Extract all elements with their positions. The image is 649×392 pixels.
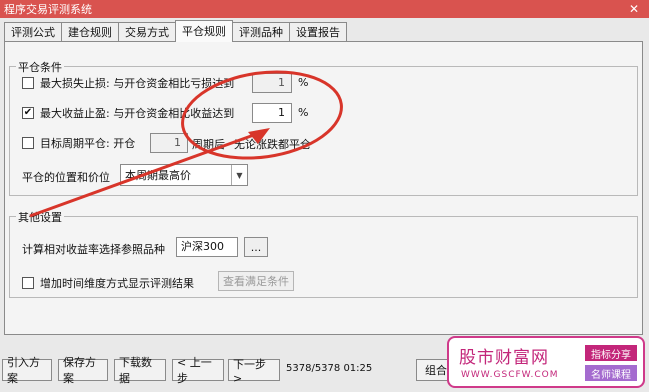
view-conditions-button[interactable]: 查看满足条件 xyxy=(218,271,294,291)
benchmark-row: 计算相对收益率选择参照品种 xyxy=(22,241,165,257)
import-scheme-button[interactable]: 引入方案 xyxy=(2,356,52,385)
position-price-row: 平仓的位置和价位 xyxy=(22,169,110,185)
close-icon[interactable]: ✕ xyxy=(627,2,641,16)
stop-loss-label: 最大损失止损: 与开仓资金相比亏损达到 xyxy=(40,77,235,90)
tab-instruments[interactable]: 评测品种 xyxy=(232,22,290,42)
stop-loss-checkbox[interactable] xyxy=(22,77,34,89)
time-dimension-checkbox[interactable] xyxy=(22,277,34,289)
target-period-input[interactable]: 1 xyxy=(150,133,188,153)
target-period-row: 目标周期平仓: 开仓 xyxy=(22,135,135,151)
save-scheme-button[interactable]: 保存方案 xyxy=(58,356,108,385)
watermark-title: 股市财富网 xyxy=(459,348,549,368)
tab-entry-rules[interactable]: 建仓规则 xyxy=(61,22,119,42)
position-price-value: 本周期最高价 xyxy=(125,169,191,182)
take-profit-label: 最大收益止盈: 与开仓资金相比收益达到 xyxy=(40,107,235,120)
tab-strip: 评测公式 建仓规则 交易方式 平仓规则 评测品种 设置报告 xyxy=(4,20,347,42)
tab-report-settings[interactable]: 设置报告 xyxy=(289,22,347,42)
watermark-url: WWW.GSCFW.COM xyxy=(461,370,559,380)
stop-loss-row: 最大损失止损: 与开仓资金相比亏损达到 xyxy=(22,75,234,91)
close-rules-panel: 平仓条件 最大损失止损: 与开仓资金相比亏损达到 1 % ✔ 最大收益止盈: 与… xyxy=(4,41,643,335)
progress-status: 5378/5378 01:25 xyxy=(286,363,373,374)
tab-trade-mode[interactable]: 交易方式 xyxy=(118,22,176,42)
title-bar: 程序交易评测系统 ✕ xyxy=(0,0,649,18)
benchmark-input[interactable]: 沪深300 xyxy=(176,237,238,257)
tab-formula[interactable]: 评测公式 xyxy=(4,22,62,42)
target-period-suffix: 周期后 xyxy=(192,138,225,151)
watermark-tag-share: 指标分享 xyxy=(585,345,637,361)
stop-loss-input[interactable]: 1 xyxy=(252,73,292,93)
benchmark-label: 计算相对收益率选择参照品种 xyxy=(22,243,165,256)
take-profit-unit: % xyxy=(298,106,309,119)
next-step-button[interactable]: 下一步 > xyxy=(228,358,280,385)
take-profit-checkbox[interactable]: ✔ xyxy=(22,107,34,119)
window-title: 程序交易评测系统 xyxy=(4,3,92,16)
target-period-label: 目标周期平仓: 开仓 xyxy=(40,137,136,150)
position-price-select[interactable]: 本周期最高价 ▼ xyxy=(120,164,248,186)
time-dimension-row: 增加时间维度方式显示评测结果 xyxy=(22,275,194,291)
take-profit-input[interactable]: 1 xyxy=(252,103,292,123)
stop-loss-unit: % xyxy=(298,76,309,89)
watermark-badge: 股市财富网 WWW.GSCFW.COM 指标分享 名师课程 xyxy=(447,336,645,388)
other-settings-group: 其他设置 计算相对收益率选择参照品种 沪深300 ... 增加时间维度方式显示评… xyxy=(9,209,638,298)
prev-step-button[interactable]: < 上一步 xyxy=(172,356,224,385)
position-price-label: 平仓的位置和价位 xyxy=(22,171,110,184)
download-data-button[interactable]: 下载数据 xyxy=(114,356,166,385)
other-settings-title: 其他设置 xyxy=(16,209,64,225)
close-conditions-group: 平仓条件 最大损失止损: 与开仓资金相比亏损达到 1 % ✔ 最大收益止盈: 与… xyxy=(9,59,638,196)
chevron-down-icon[interactable]: ▼ xyxy=(231,165,247,185)
benchmark-browse-button[interactable]: ... xyxy=(244,237,268,257)
target-period-checkbox[interactable] xyxy=(22,137,34,149)
watermark-tag-course: 名师课程 xyxy=(585,365,637,381)
tab-close-rules[interactable]: 平仓规则 xyxy=(175,20,233,42)
take-profit-row: ✔ 最大收益止盈: 与开仓资金相比收益达到 xyxy=(22,105,234,121)
close-conditions-title: 平仓条件 xyxy=(16,59,64,75)
time-dimension-label: 增加时间维度方式显示评测结果 xyxy=(40,277,194,290)
target-period-note: 无论涨跌都平仓 xyxy=(234,138,311,151)
